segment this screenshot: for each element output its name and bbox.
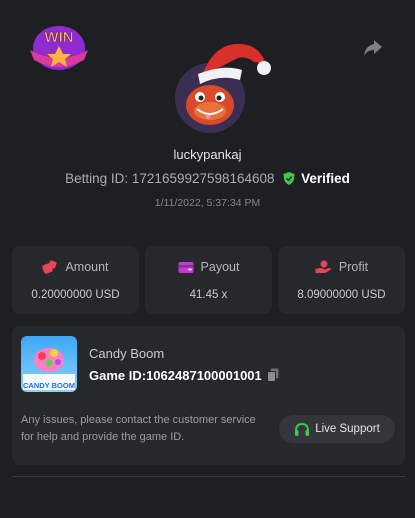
headset-icon	[295, 422, 310, 436]
wallet-icon	[178, 262, 194, 273]
username: luckypankaj	[173, 147, 242, 162]
help-text: Any issues, please contact the customer …	[21, 414, 256, 443]
live-support-button[interactable]: Live Support	[279, 415, 395, 443]
stat-card-profit: Profit 8.09000000 USD	[278, 246, 405, 314]
stat-card-amount: Amount 0.20000000 USD	[12, 246, 139, 314]
game-thumb-text: CANDY BOOM	[23, 381, 75, 390]
win-badge: WIN	[24, 20, 94, 76]
live-support-label: Live Support	[315, 423, 380, 435]
stat-value: 0.20000000 USD	[31, 289, 120, 301]
dice-icon	[42, 260, 58, 274]
stat-label: Profit	[338, 260, 369, 274]
stat-card-payout: Payout 41.45 x	[145, 246, 272, 314]
divider	[12, 476, 405, 477]
copy-icon[interactable]	[266, 368, 279, 385]
betting-id-label: Betting ID:	[65, 171, 129, 186]
game-info-panel: CANDY BOOM Candy Boom Game ID:1062487100…	[12, 326, 405, 465]
stat-label: Amount	[65, 260, 109, 274]
game-thumbnail[interactable]: CANDY BOOM	[21, 336, 77, 392]
game-id-value: 1062487100001001	[146, 368, 262, 383]
game-id-row: Game ID:1062487100001001	[89, 368, 279, 385]
stat-value: 41.45 x	[189, 289, 228, 301]
game-id-label: Game ID:	[89, 368, 147, 383]
bet-datetime: 1/11/2022, 5:37:34 PM	[154, 197, 261, 209]
game-name: Candy Boom	[89, 346, 165, 361]
verified-shield-icon	[283, 172, 295, 188]
hand-coin-icon	[315, 260, 331, 273]
betting-id-row: Betting ID: 1721659927598164608 Verified	[0, 171, 415, 188]
share-icon[interactable]	[362, 38, 388, 60]
user-avatar	[172, 36, 272, 136]
santa-hat-icon	[194, 36, 272, 86]
win-badge-text: WIN	[44, 29, 73, 46]
stat-value: 8.09000000 USD	[297, 289, 386, 301]
stat-label: Payout	[200, 260, 240, 274]
verified-label: Verified	[301, 171, 350, 186]
betting-id-value: 1721659927598164608	[131, 171, 275, 186]
